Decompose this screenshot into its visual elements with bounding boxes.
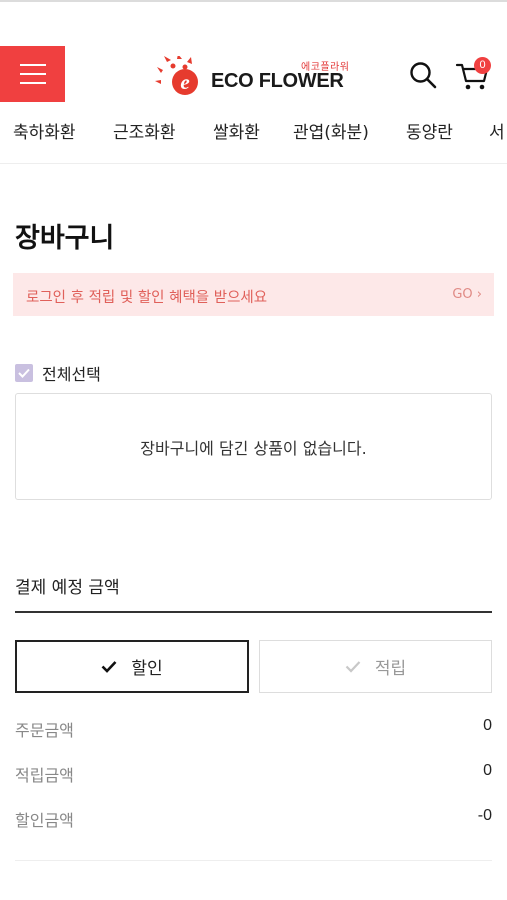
checkbox-checked-icon[interactable]: [15, 364, 33, 382]
select-all-checkbox[interactable]: 전체선택: [15, 362, 101, 384]
tab-discount[interactable]: 할인: [15, 640, 249, 693]
search-icon[interactable]: [408, 60, 438, 90]
payment-divider: [15, 611, 492, 613]
hamburger-menu-icon: [19, 64, 46, 66]
bottom-divider: [15, 860, 492, 861]
nav-divider: [0, 163, 507, 164]
login-banner-message: 로그인 후 적립 및 할인 혜택을 받으세요: [26, 290, 268, 306]
sun-logo-icon: e: [155, 56, 198, 95]
empty-cart-message: 장바구니에 담긴 상품이 없습니다.: [140, 438, 367, 458]
summary-value: 0: [483, 762, 492, 779]
site-logo[interactable]: e 에코플라워 ECO FLOWER: [155, 54, 360, 100]
select-all-label: 전체선택: [42, 365, 101, 384]
summary-label: 적립금액: [15, 766, 74, 785]
login-go-link[interactable]: GO ›: [452, 287, 482, 302]
svg-text:e: e: [180, 70, 189, 94]
logo-text: ECO FLOWER: [211, 70, 344, 92]
category-item[interactable]: 관엽(화분): [293, 118, 369, 143]
summary-label: 주문금액: [15, 721, 74, 740]
category-item[interactable]: 쌀화환: [213, 118, 260, 143]
summary-discount-amount: 할인금액 -0: [15, 807, 492, 831]
login-banner[interactable]: 로그인 후 적립 및 할인 혜택을 받으세요 GO ›: [13, 273, 494, 316]
category-item[interactable]: 근조화환: [113, 118, 176, 143]
empty-cart-box: 장바구니에 담긴 상품이 없습니다.: [15, 393, 492, 500]
summary-label: 할인금액: [15, 811, 74, 830]
tab-discount-label: 할인: [131, 659, 163, 679]
tab-points[interactable]: 적립: [259, 640, 492, 693]
check-icon: [101, 660, 117, 673]
summary-value: -0: [477, 807, 492, 824]
cart-count-badge: 0: [474, 57, 491, 74]
top-border: [0, 0, 507, 2]
category-item[interactable]: 동양란: [406, 118, 453, 143]
summary-value: 0: [483, 717, 492, 734]
category-item[interactable]: 축하화환: [13, 118, 76, 143]
payment-title: 결제 예정 금액: [15, 578, 120, 598]
check-icon: [345, 660, 361, 673]
tab-points-label: 적립: [374, 659, 407, 679]
page-title: 장바구니: [15, 223, 115, 254]
summary-order-amount: 주문금액 0: [15, 717, 492, 741]
menu-button[interactable]: [0, 46, 65, 102]
category-item[interactable]: 서: [489, 118, 505, 143]
category-nav: 축하화환 근조화환 쌀화환 관엽(화분) 동양란 서: [0, 116, 507, 146]
summary-points-amount: 적립금액 0: [15, 762, 492, 786]
